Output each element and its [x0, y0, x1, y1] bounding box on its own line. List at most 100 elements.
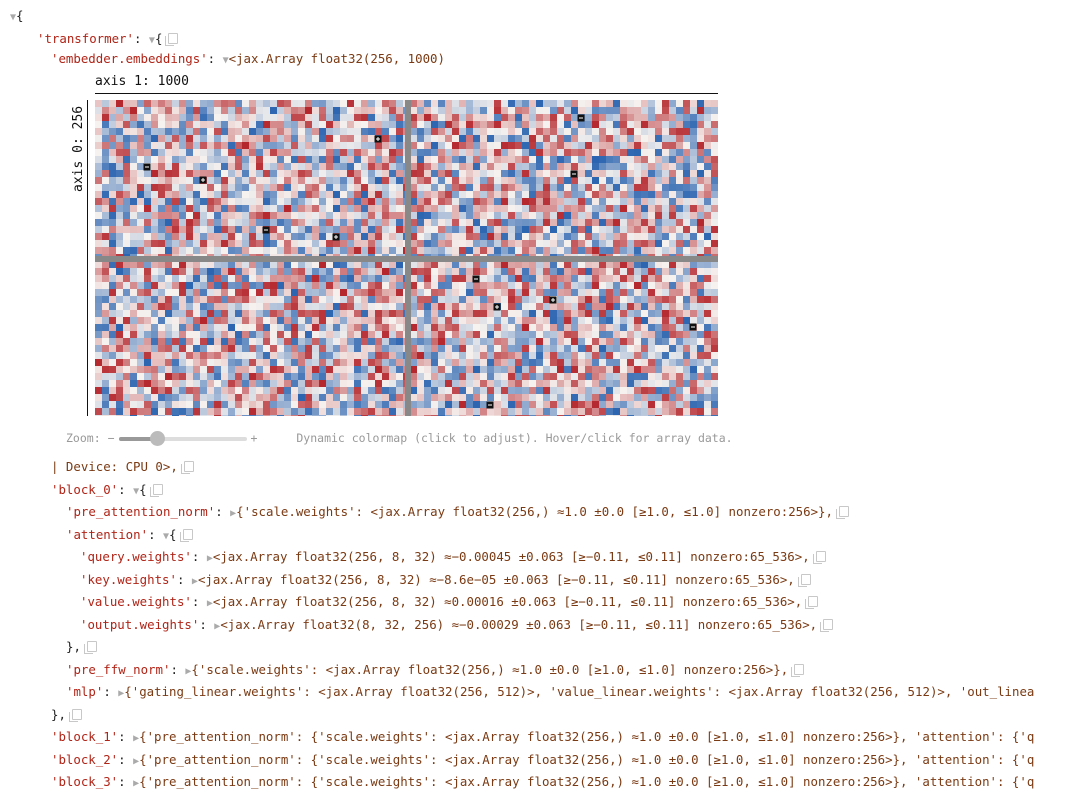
heatmap-cell	[431, 415, 438, 416]
heatmap-cell	[277, 156, 284, 163]
copy-icon[interactable]	[791, 664, 805, 677]
heatmap-cell	[263, 156, 270, 163]
heatmap-cell	[424, 156, 431, 163]
zoom-slider[interactable]	[118, 430, 247, 446]
block3-value: {'pre_attention_norm': {'scale.weights':…	[139, 774, 1035, 789]
heatmap-cell	[697, 289, 704, 296]
heatmap-cell	[424, 121, 431, 128]
heatmap-cell	[494, 352, 501, 359]
heatmap-cell	[186, 317, 193, 324]
heatmap-cell	[116, 366, 123, 373]
copy-icon[interactable]	[835, 506, 849, 519]
zoom-minus[interactable]: −	[108, 431, 115, 445]
heatmap-cell	[417, 282, 424, 289]
heatmap-cell	[676, 324, 683, 331]
heatmap-cell	[564, 345, 571, 352]
heatmap-cell	[382, 268, 389, 275]
heatmap-cell	[473, 226, 480, 233]
copy-icon[interactable]	[83, 641, 97, 654]
heatmap-cell	[354, 415, 361, 416]
heatmap-cell	[270, 212, 277, 219]
heatmap-cell	[487, 359, 494, 366]
copy-icon[interactable]	[805, 596, 819, 609]
heatmap-cell	[249, 415, 256, 416]
heatmap-cell	[529, 310, 536, 317]
heatmap-cell	[487, 163, 494, 170]
heatmap-cell	[655, 324, 662, 331]
heatmap-cell	[130, 128, 137, 135]
heatmap-cell	[221, 331, 228, 338]
heatmap-cell	[452, 156, 459, 163]
zoom-plus[interactable]: +	[251, 431, 258, 445]
copy-icon[interactable]	[68, 709, 82, 722]
heatmap-cell	[277, 345, 284, 352]
heatmap-cell	[550, 282, 557, 289]
heatmap-cell	[137, 408, 144, 415]
heatmap-cell	[424, 324, 431, 331]
heatmap-cell	[641, 394, 648, 401]
heatmap-cell	[571, 233, 578, 240]
heatmap-cell	[676, 142, 683, 149]
heatmap-cell	[256, 338, 263, 345]
heatmap-cell	[277, 191, 284, 198]
heatmap-cell	[172, 310, 179, 317]
heatmap-cell	[571, 296, 578, 303]
heatmap-cell	[270, 121, 277, 128]
colon: :	[118, 482, 126, 497]
heatmap-cell	[263, 184, 270, 191]
heatmap-cell	[326, 205, 333, 212]
heatmap-cell	[249, 226, 256, 233]
heatmap-cell	[543, 100, 550, 107]
copy-icon[interactable]	[179, 529, 193, 542]
heatmap-cell	[585, 142, 592, 149]
heatmap-cell	[683, 289, 690, 296]
heatmap-cell	[221, 100, 228, 107]
copy-icon[interactable]	[812, 551, 826, 564]
heatmap-cell	[165, 282, 172, 289]
heatmap-cell	[284, 128, 291, 135]
heatmap-cell	[102, 247, 109, 254]
heatmap-cell	[445, 177, 452, 184]
heatmap-cell	[179, 142, 186, 149]
open-brace: {	[169, 527, 177, 542]
heatmap-cell	[515, 114, 522, 121]
heatmap-cell	[613, 205, 620, 212]
zoom-slider-knob[interactable]	[149, 430, 165, 446]
heatmap-cell	[361, 373, 368, 380]
heatmap-cell	[599, 345, 606, 352]
heatmap-cell	[648, 100, 655, 107]
heatmap-cell	[508, 338, 515, 345]
heatmap-cell	[312, 401, 319, 408]
heatmap-cell	[487, 296, 494, 303]
copy-icon[interactable]	[820, 619, 834, 632]
heatmap-cell	[529, 324, 536, 331]
heatmap-cell	[375, 359, 382, 366]
heatmap-cell	[263, 415, 270, 416]
heatmap-cell	[599, 359, 606, 366]
copy-icon[interactable]	[180, 461, 194, 474]
heatmap-cell	[235, 149, 242, 156]
heatmap-cell	[452, 359, 459, 366]
heatmap-cell	[354, 226, 361, 233]
heatmap-cell	[431, 156, 438, 163]
heatmap-cell	[347, 317, 354, 324]
copy-icon[interactable]	[165, 33, 179, 46]
heatmap-cell	[333, 303, 340, 310]
heatmap-cell	[291, 100, 298, 107]
copy-icon[interactable]	[149, 484, 163, 497]
heatmap-cell	[669, 156, 676, 163]
colormap-hint[interactable]: Dynamic colormap (click to adjust). Hove…	[296, 431, 732, 445]
heatmap-cell	[214, 128, 221, 135]
copy-icon[interactable]	[797, 574, 811, 587]
heatmap-cell	[298, 317, 305, 324]
heatmap-cell	[445, 191, 452, 198]
heatmap-cell	[396, 121, 403, 128]
heatmap-cell	[130, 380, 137, 387]
heatmap-cell	[256, 324, 263, 331]
heatmap-cell	[186, 261, 193, 268]
heatmap-cell	[683, 401, 690, 408]
array-heatmap[interactable]	[95, 100, 718, 416]
heatmap-cell	[228, 100, 235, 107]
heatmap-cell	[319, 331, 326, 338]
heatmap-cell	[473, 205, 480, 212]
